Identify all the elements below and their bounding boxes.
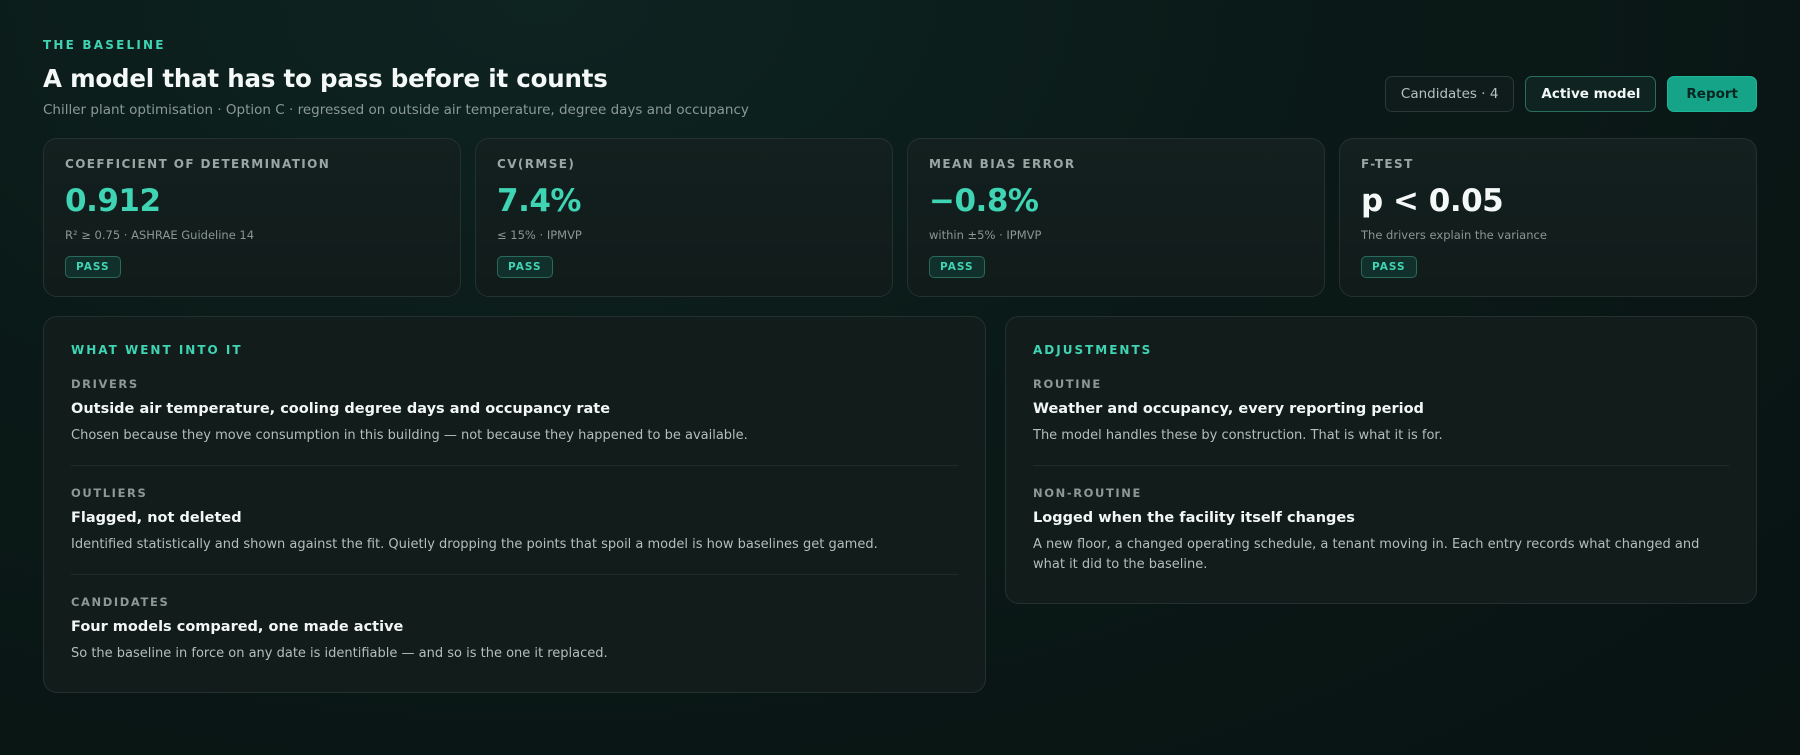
list-item: NON-ROUTINE Logged when the facility its… bbox=[1033, 466, 1729, 575]
eyebrow-label: THE BASELINE bbox=[43, 38, 166, 52]
metrics-row: COEFFICIENT OF DETERMINATION 0.912 R² ≥ … bbox=[43, 138, 1757, 297]
metric-card-ftest: F-TEST p < 0.05 The drivers explain the … bbox=[1339, 138, 1757, 297]
item-label: OUTLIERS bbox=[71, 486, 148, 500]
metric-card-r2: COEFFICIENT OF DETERMINATION 0.912 R² ≥ … bbox=[43, 138, 461, 297]
metric-label: CV(RMSE) bbox=[497, 157, 576, 171]
item-description: Chosen because they move consumption in … bbox=[71, 428, 748, 443]
inputs-panel: WHAT WENT INTO IT DRIVERS Outside air te… bbox=[43, 316, 986, 693]
header-actions: Candidates · 4 Active model Report bbox=[1384, 76, 1757, 112]
item-title: Four models compared, one made active bbox=[71, 619, 404, 635]
page-header: THE BASELINE A model that has to pass be… bbox=[43, 38, 1757, 138]
pass-badge: PASS bbox=[1361, 256, 1417, 278]
item-title: Outside air temperature, cooling degree … bbox=[71, 401, 611, 417]
item-label: ROUTINE bbox=[1033, 377, 1102, 391]
panel-heading: ADJUSTMENTS bbox=[1033, 343, 1153, 357]
panel-heading: WHAT WENT INTO IT bbox=[71, 343, 243, 357]
pass-badge: PASS bbox=[65, 256, 121, 278]
metric-note: The drivers explain the variance bbox=[1361, 228, 1547, 242]
metric-note: ≤ 15% · IPMVP bbox=[497, 228, 582, 242]
list-item: DRIVERS Outside air temperature, cooling… bbox=[71, 357, 958, 466]
detail-panels: WHAT WENT INTO IT DRIVERS Outside air te… bbox=[43, 316, 1757, 693]
metric-value: 0.912 bbox=[65, 183, 161, 219]
item-title: Flagged, not deleted bbox=[71, 510, 242, 526]
adjustments-panel: ADJUSTMENTS ROUTINE Weather and occupanc… bbox=[1005, 316, 1757, 604]
item-description: A new floor, a changed operating schedul… bbox=[1033, 537, 1700, 572]
item-label: DRIVERS bbox=[71, 377, 139, 391]
item-description: Identified statistically and shown again… bbox=[71, 537, 878, 552]
metric-value: 7.4% bbox=[497, 183, 581, 219]
list-item: CANDIDATES Four models compared, one mad… bbox=[71, 575, 958, 664]
metric-label: COEFFICIENT OF DETERMINATION bbox=[65, 157, 331, 171]
pass-badge: PASS bbox=[497, 256, 553, 278]
report-button[interactable]: Report bbox=[1667, 76, 1757, 112]
metric-card-mbe: MEAN BIAS ERROR −0.8% within ±5% · IPMVP… bbox=[907, 138, 1325, 297]
metric-note: within ±5% · IPMVP bbox=[929, 228, 1042, 242]
candidates-button[interactable]: Candidates · 4 bbox=[1384, 76, 1515, 112]
item-description: The model handles these by construction.… bbox=[1033, 428, 1443, 443]
item-description: So the baseline in force on any date is … bbox=[71, 646, 608, 661]
list-item: ROUTINE Weather and occupancy, every rep… bbox=[1033, 357, 1729, 466]
pass-badge: PASS bbox=[929, 256, 985, 278]
metric-card-cvrmse: CV(RMSE) 7.4% ≤ 15% · IPMVP PASS bbox=[475, 138, 893, 297]
active-model-button[interactable]: Active model bbox=[1525, 76, 1657, 112]
metric-label: MEAN BIAS ERROR bbox=[929, 157, 1076, 171]
metric-value: p < 0.05 bbox=[1361, 183, 1504, 219]
list-item: OUTLIERS Flagged, not deleted Identified… bbox=[71, 466, 958, 575]
item-title: Logged when the facility itself changes bbox=[1033, 510, 1355, 526]
item-title: Weather and occupancy, every reporting p… bbox=[1033, 401, 1424, 417]
item-label: NON-ROUTINE bbox=[1033, 486, 1142, 500]
item-label: CANDIDATES bbox=[71, 595, 170, 609]
page: THE BASELINE A model that has to pass be… bbox=[0, 0, 1800, 755]
metric-value: −0.8% bbox=[929, 183, 1039, 219]
metric-note: R² ≥ 0.75 · ASHRAE Guideline 14 bbox=[65, 228, 255, 242]
metric-label: F-TEST bbox=[1361, 157, 1414, 171]
